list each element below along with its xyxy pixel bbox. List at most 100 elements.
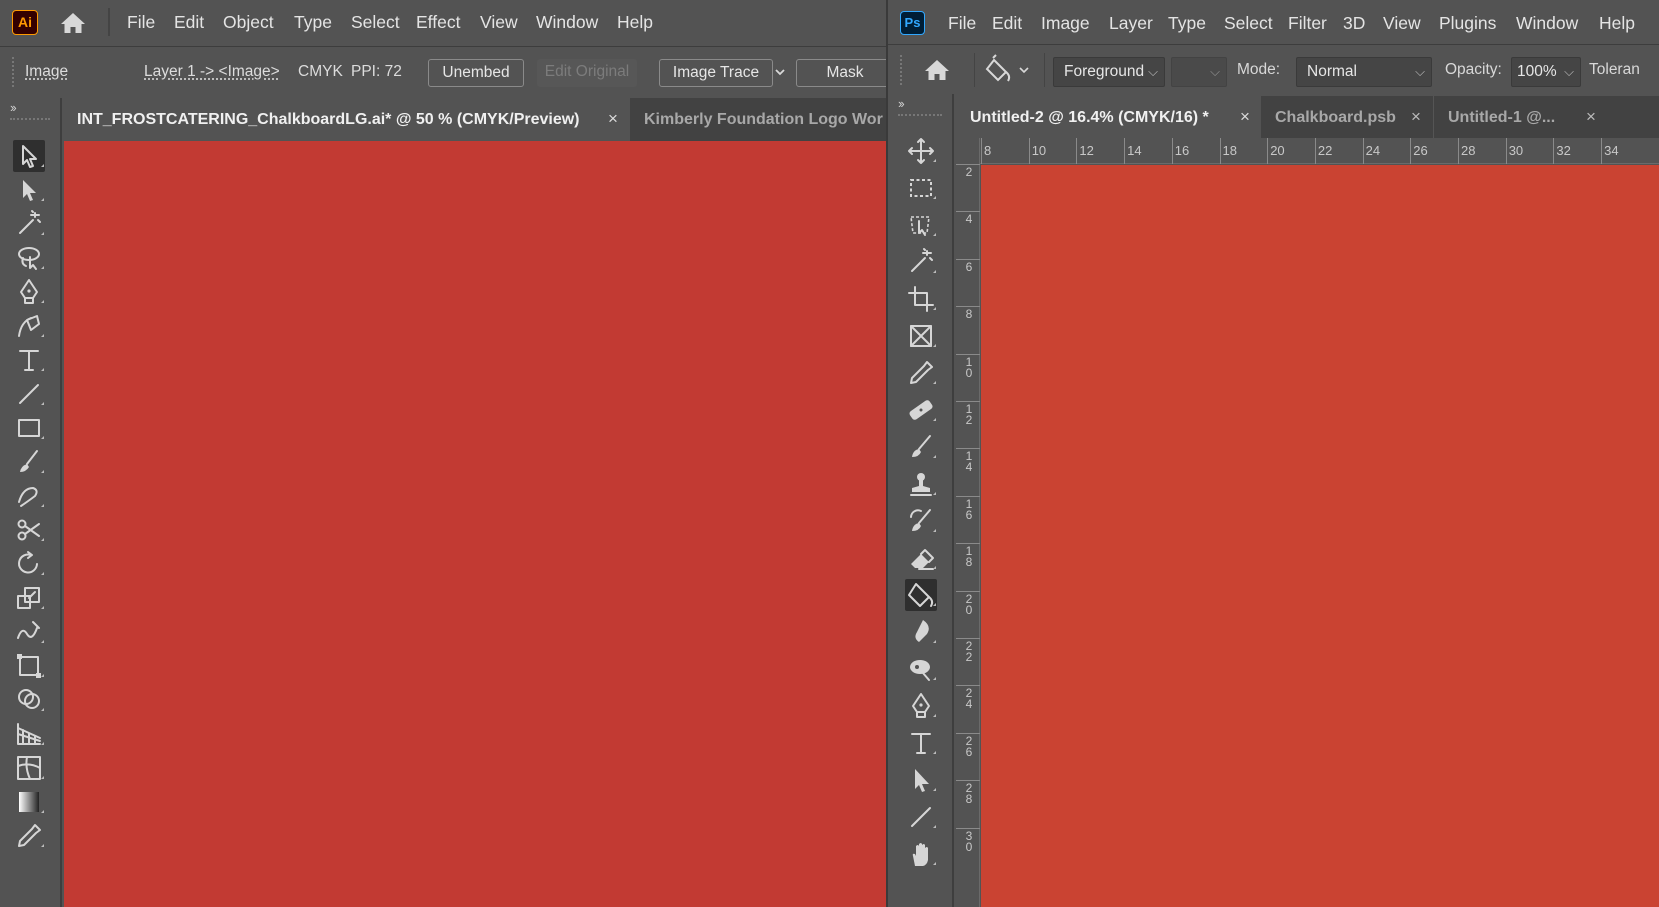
panel-grip[interactable] <box>898 114 942 116</box>
move-icon[interactable] <box>905 135 937 167</box>
magic-wand-icon[interactable] <box>13 208 45 240</box>
healing-brush-icon[interactable] <box>905 394 937 426</box>
ai-menu-edit[interactable]: Edit <box>174 0 204 44</box>
hand-icon[interactable] <box>905 838 937 870</box>
vertical-ruler[interactable]: 24681012141618202224262830 <box>956 138 980 907</box>
ps-document-canvas[interactable] <box>981 165 1659 907</box>
tab-untitled-2[interactable]: Untitled-2 @ 16.4% (CMYK/16) * × <box>956 96 1261 138</box>
brush-icon[interactable] <box>905 431 937 463</box>
ps-menu-file[interactable]: File <box>948 0 976 46</box>
rectangle-icon[interactable] <box>13 412 45 444</box>
ruler-label: 24 <box>965 686 973 712</box>
close-icon[interactable]: × <box>608 98 618 141</box>
curvature-icon[interactable] <box>13 310 45 342</box>
ps-menu-edit[interactable]: Edit <box>992 0 1022 46</box>
object-selection-icon[interactable] <box>905 209 937 241</box>
expand-panel-icon[interactable]: ›› <box>898 96 905 111</box>
type-icon[interactable] <box>905 727 937 759</box>
mesh-icon[interactable] <box>13 752 45 784</box>
magic-wand-icon[interactable] <box>905 246 937 278</box>
pattern-picker-dropdown[interactable]: ⌵ <box>1171 57 1227 87</box>
panel-grip[interactable] <box>900 55 903 85</box>
eyedropper-icon[interactable] <box>905 357 937 389</box>
horizontal-ruler[interactable]: 8 10 12 14 16 18 20 22 24 26 28 30 32 34 <box>976 138 1659 164</box>
layer-path-link[interactable]: Layer 1 -> <Image> <box>144 47 280 97</box>
rotate-icon[interactable] <box>13 548 45 580</box>
dodge-icon[interactable] <box>905 653 937 685</box>
tab-chalkboard-psb[interactable]: Chalkboard.psb × <box>1261 96 1434 138</box>
ai-menu-help[interactable]: Help <box>617 0 653 44</box>
line-icon[interactable] <box>13 378 45 410</box>
selection-type-label[interactable]: Image <box>25 47 68 97</box>
unembed-button[interactable]: Unembed <box>428 59 524 87</box>
tab-int-frostcatering[interactable]: INT_FROSTCATERING_ChalkboardLG.ai* @ 50 … <box>64 98 630 141</box>
ai-menu-type[interactable]: Type <box>294 0 332 44</box>
perspective-grid-icon[interactable] <box>13 718 45 750</box>
home-icon[interactable] <box>922 57 952 83</box>
paint-bucket-preset-icon[interactable] <box>984 54 1036 86</box>
ai-menu-select[interactable]: Select <box>351 0 400 44</box>
lasso-icon[interactable] <box>13 242 45 274</box>
ai-menu-object[interactable]: Object <box>223 0 274 44</box>
home-icon[interactable] <box>58 11 88 35</box>
pen-icon[interactable] <box>905 690 937 722</box>
tab-kimberly-foundation[interactable]: Kimberly Foundation Logo Wor <box>644 98 883 141</box>
paintbrush-icon[interactable] <box>13 446 45 478</box>
crop-icon[interactable] <box>905 283 937 315</box>
ai-menu-file[interactable]: File <box>127 0 155 44</box>
edit-original-button[interactable]: Edit Original <box>537 59 637 87</box>
ps-menu-plugins[interactable]: Plugins <box>1439 0 1496 46</box>
eraser-icon[interactable] <box>905 542 937 574</box>
ps-menu-type[interactable]: Type <box>1168 0 1206 46</box>
tab-untitled-1[interactable]: Untitled-1 @... × <box>1434 96 1596 139</box>
expand-panel-icon[interactable]: ›› <box>10 100 17 115</box>
scale-icon[interactable] <box>13 582 45 614</box>
ps-menu-3d[interactable]: 3D <box>1343 0 1365 46</box>
mode-dropdown[interactable]: Normal ⌵ <box>1296 57 1432 87</box>
ai-menu-bar: Ai File Edit Object Type Select Effect V… <box>0 0 888 44</box>
clone-stamp-icon[interactable] <box>905 468 937 500</box>
marquee-icon[interactable] <box>905 172 937 204</box>
panel-grip[interactable] <box>12 57 15 87</box>
ps-menu-layer[interactable]: Layer <box>1109 0 1153 46</box>
eyedropper-icon[interactable] <box>13 820 45 852</box>
direct-selection-icon[interactable] <box>13 174 45 206</box>
line-icon[interactable] <box>905 801 937 833</box>
image-trace-dropdown-icon[interactable] <box>773 61 787 85</box>
blur-icon[interactable] <box>905 616 937 648</box>
warp-icon[interactable] <box>13 616 45 648</box>
ps-menu-image[interactable]: Image <box>1041 0 1090 46</box>
free-transform-icon[interactable] <box>13 650 45 682</box>
opacity-input[interactable]: 100% ⌵ <box>1511 57 1581 87</box>
path-selection-icon[interactable] <box>905 764 937 796</box>
ai-menu-view[interactable]: View <box>480 0 518 44</box>
close-icon[interactable]: × <box>1240 96 1250 139</box>
close-icon[interactable]: × <box>1586 96 1596 139</box>
close-icon[interactable]: × <box>1411 96 1421 139</box>
type-icon[interactable] <box>13 344 45 376</box>
shaper-icon[interactable] <box>13 480 45 512</box>
shape-builder-icon[interactable] <box>13 684 45 716</box>
paint-bucket-icon[interactable] <box>905 579 937 611</box>
pen-icon[interactable] <box>13 276 45 308</box>
panel-grip[interactable] <box>10 118 50 120</box>
ai-artboard-canvas[interactable] <box>64 141 888 907</box>
ai-menu-effect[interactable]: Effect <box>416 0 460 44</box>
frame-icon[interactable] <box>905 320 937 352</box>
mask-button[interactable]: Mask <box>796 59 888 87</box>
ai-menu-window[interactable]: Window <box>536 0 598 44</box>
ps-menu-view[interactable]: View <box>1383 0 1421 46</box>
scissors-icon[interactable] <box>13 514 45 546</box>
opacity-label: Opacity: <box>1445 61 1502 78</box>
gradient-icon[interactable] <box>13 786 45 818</box>
fill-source-dropdown[interactable]: Foreground ⌵ <box>1053 57 1165 87</box>
chevron-down-icon: ⌵ <box>1210 64 1220 79</box>
ps-menu-select[interactable]: Select <box>1224 0 1273 46</box>
ps-menu-filter[interactable]: Filter <box>1288 0 1327 46</box>
ps-menu-help[interactable]: Help <box>1599 0 1635 46</box>
selection-icon[interactable] <box>13 140 45 172</box>
ps-menu-window[interactable]: Window <box>1516 0 1578 46</box>
image-trace-button[interactable]: Image Trace <box>659 59 773 87</box>
ruler-label: 20 <box>1270 143 1285 158</box>
history-brush-icon[interactable] <box>905 505 937 537</box>
